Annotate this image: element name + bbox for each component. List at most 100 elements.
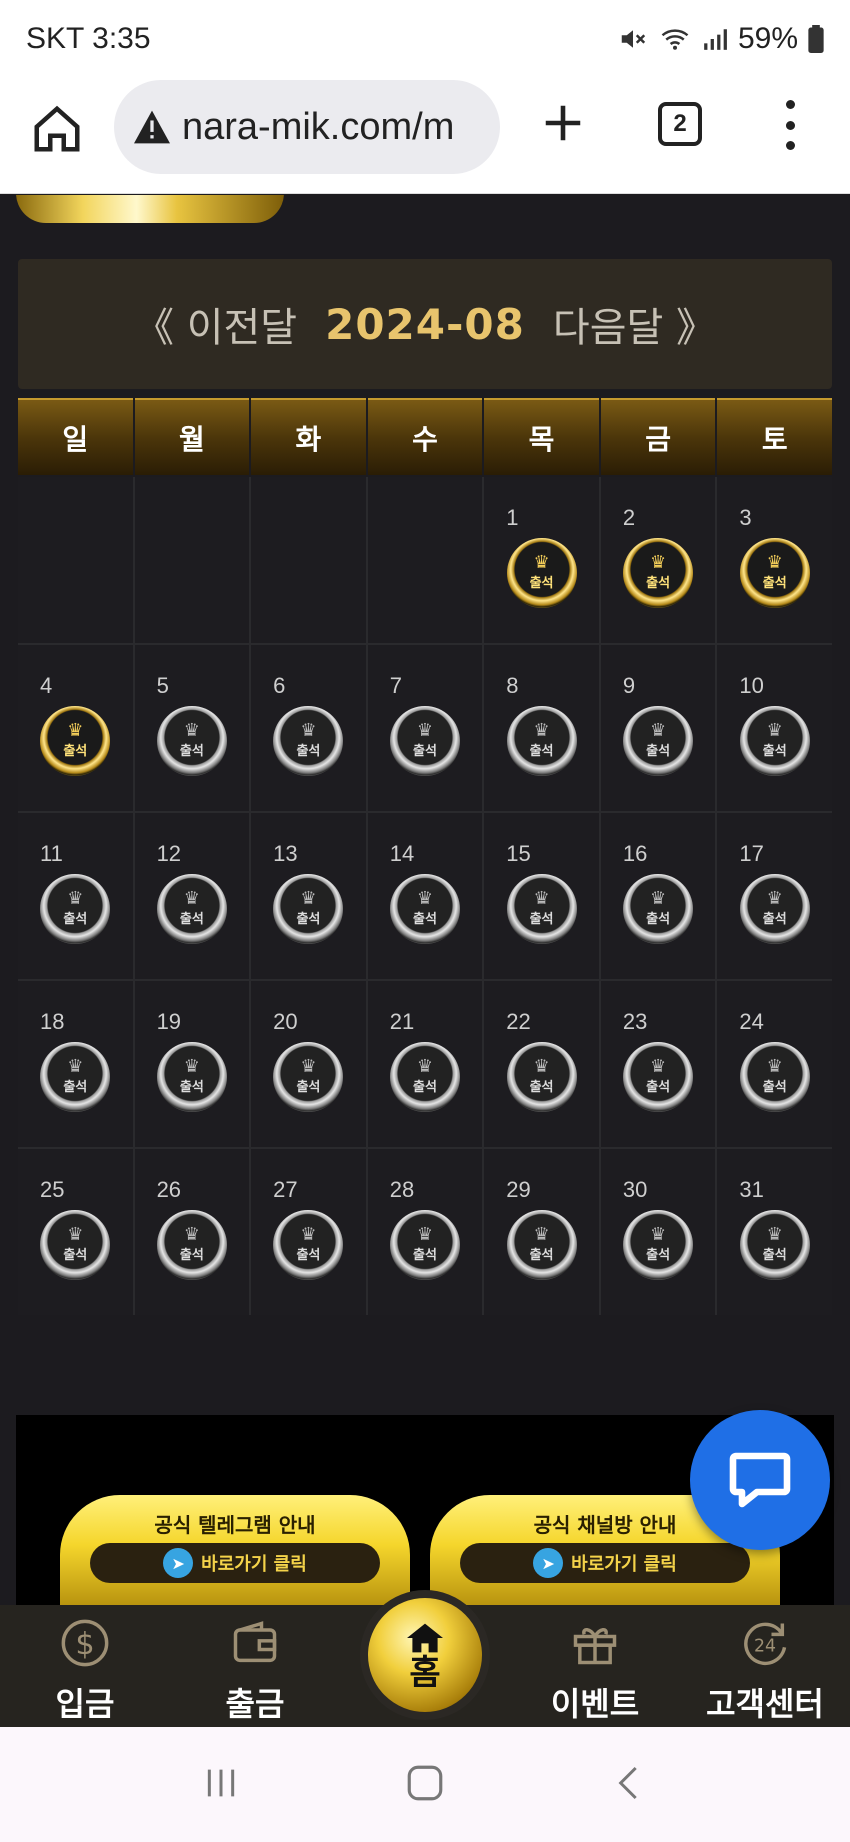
day-number: 6 — [273, 673, 286, 698]
calendar-day-cell[interactable]: 12 ♛ 출석 — [134, 813, 250, 979]
attendance-stamp-gold: ♛ 출석 — [506, 538, 577, 608]
calendar-day-cell[interactable]: 21 ♛ 출석 — [367, 981, 483, 1147]
calendar-day-cell[interactable]: 18 ♛ 출석 — [18, 981, 133, 1147]
calendar-day-cell[interactable]: 2 ♛ 출석 — [600, 477, 716, 643]
day-number: 10 — [739, 673, 764, 698]
stamp-label: 출석 — [63, 743, 88, 759]
telegram-banner-button[interactable]: 공식 텔레그램 안내 ➤ 바로가기 클릭 — [60, 1495, 410, 1605]
calendar-day-cell[interactable]: 5 ♛ 출석 — [134, 645, 250, 811]
calendar-day-cell[interactable]: 15 ♛ 출석 — [484, 813, 599, 979]
nav-home-button[interactable]: 홈 — [360, 1590, 490, 1720]
calendar-day-cell[interactable]: 24 ♛ 출석 — [717, 981, 832, 1147]
day-number: 2 — [622, 505, 636, 530]
calendar-day-cell[interactable]: 20 ♛ 출석 — [251, 981, 366, 1147]
attendance-stamp-silver: ♛ 출석 — [40, 874, 111, 944]
more-menu-button[interactable] — [780, 100, 800, 150]
calendar-day-cell[interactable]: 28 ♛ 출석 — [367, 1149, 483, 1315]
calendar-day-cell[interactable]: 30 ♛ 출석 — [600, 1149, 716, 1315]
dot-icon — [785, 100, 795, 109]
browser-home-button[interactable] — [30, 102, 84, 156]
telegram-icon: ➤ — [163, 1548, 194, 1578]
day-number: 26 — [156, 1177, 182, 1202]
day-number: 3 — [739, 505, 752, 530]
calendar-day-cell[interactable]: 7 ♛ 출석 — [367, 645, 483, 811]
day-number: 17 — [739, 841, 764, 866]
next-month-link[interactable]: 다음달 》 — [553, 295, 716, 353]
day-number: 7 — [389, 673, 402, 698]
status-bar: SKT 3:35 59% — [0, 0, 850, 78]
calendar-empty-cell — [367, 477, 483, 643]
system-back-button[interactable] — [609, 1763, 649, 1807]
day-number: 25 — [40, 1177, 65, 1202]
calendar-day-cell[interactable]: 19 ♛ 출석 — [134, 981, 250, 1147]
calendar-day-cell[interactable]: 25 ♛ 출석 — [18, 1149, 133, 1315]
month-navigation: 《 이전달 2024-08 다음달 》 — [18, 259, 832, 389]
stamp-label: 출석 — [646, 911, 671, 927]
system-navigation-bar — [0, 1727, 850, 1842]
day-number: 27 — [273, 1177, 298, 1202]
status-icons: 59% — [618, 22, 824, 56]
nav-event[interactable]: 이벤트 — [510, 1605, 680, 1727]
calendar-day-cell[interactable]: 3 ♛ 출석 — [717, 477, 832, 643]
svg-text:$: $ — [75, 1627, 94, 1662]
nav-event-label: 이벤트 — [550, 1685, 640, 1723]
calendar-day-cell[interactable]: 8 ♛ 출석 — [484, 645, 599, 811]
attendance-stamp-gold: ♛ 출석 — [623, 538, 694, 608]
calendar-day-cell[interactable]: 4 ♛ 출석 — [18, 645, 133, 811]
stamp-label: 출석 — [413, 1247, 437, 1263]
weekday-fri: 금 — [600, 398, 716, 475]
stamp-label: 출석 — [646, 1247, 671, 1263]
calendar-day-cell[interactable]: 17 ♛ 출석 — [717, 813, 832, 979]
crown-icon: ♛ — [67, 1223, 84, 1245]
calendar-day-cell[interactable]: 10 ♛ 출석 — [717, 645, 832, 811]
calendar-day-cell[interactable]: 13 ♛ 출석 — [251, 813, 366, 979]
calendar-day-cell[interactable]: 9 ♛ 출석 — [600, 645, 716, 811]
calendar-day-cell[interactable]: 14 ♛ 출석 — [367, 813, 483, 979]
new-tab-button[interactable] — [540, 100, 586, 146]
day-number: 12 — [156, 841, 182, 866]
recent-apps-button[interactable] — [201, 1763, 241, 1807]
nav-support[interactable]: 24 고객센터 — [680, 1605, 850, 1727]
support-24-icon: 24 — [737, 1615, 793, 1671]
stamp-label: 출석 — [179, 743, 204, 759]
attendance-stamp-silver: ♛ 출석 — [506, 1042, 577, 1112]
calendar-day-cell[interactable]: 6 ♛ 출석 — [251, 645, 366, 811]
battery-percent: 59% — [737, 22, 798, 55]
carrier-time: SKT 3:35 — [26, 22, 151, 55]
nav-deposit[interactable]: $ 입금 — [0, 1605, 170, 1727]
gift-icon — [567, 1615, 623, 1671]
dot-icon — [785, 141, 795, 150]
crown-icon: ♛ — [67, 887, 84, 909]
stamp-label: 출석 — [529, 1079, 554, 1095]
stamp-label: 출석 — [413, 743, 437, 759]
prev-month-link[interactable]: 《 이전달 — [134, 295, 297, 353]
calendar-day-cell[interactable]: 22 ♛ 출석 — [484, 981, 599, 1147]
calendar-day-cell[interactable]: 1 ♛ 출석 — [484, 477, 599, 643]
svg-text:24: 24 — [754, 1637, 776, 1657]
attendance-stamp-silver: ♛ 출석 — [156, 1210, 227, 1280]
calendar-day-cell[interactable]: 11 ♛ 출석 — [18, 813, 133, 979]
calendar-day-cell[interactable]: 26 ♛ 출석 — [134, 1149, 250, 1315]
channel-banner-link[interactable]: ➤ 바로가기 클릭 — [460, 1543, 750, 1583]
telegram-banner-link[interactable]: ➤ 바로가기 클릭 — [90, 1543, 380, 1583]
system-home-button[interactable] — [404, 1762, 446, 1808]
address-bar[interactable]: nara-mik.com/m — [114, 80, 500, 174]
calendar-day-cell[interactable]: 31 ♛ 출석 — [717, 1149, 832, 1315]
calendar-day-cell[interactable]: 23 ♛ 출석 — [600, 981, 716, 1147]
stamp-label: 출석 — [179, 1247, 204, 1263]
nav-withdraw[interactable]: 출금 — [170, 1605, 340, 1727]
tab-switcher-button[interactable]: 2 — [658, 102, 702, 146]
calendar-day-cell[interactable]: 29 ♛ 출석 — [484, 1149, 599, 1315]
dot-icon — [785, 120, 795, 130]
stamp-label: 출석 — [529, 575, 554, 591]
stamp-label: 출석 — [762, 1079, 787, 1095]
crown-icon: ♛ — [650, 887, 667, 909]
stamp-label: 출석 — [762, 743, 787, 759]
live-chat-button[interactable] — [690, 1410, 830, 1550]
calendar-day-cell[interactable]: 16 ♛ 출석 — [600, 813, 716, 979]
day-number: 4 — [40, 673, 53, 698]
calendar-day-cell[interactable]: 27 ♛ 출석 — [251, 1149, 366, 1315]
warning-icon — [134, 110, 170, 144]
stamp-label: 출석 — [296, 1079, 321, 1095]
day-number: 19 — [156, 1009, 182, 1034]
